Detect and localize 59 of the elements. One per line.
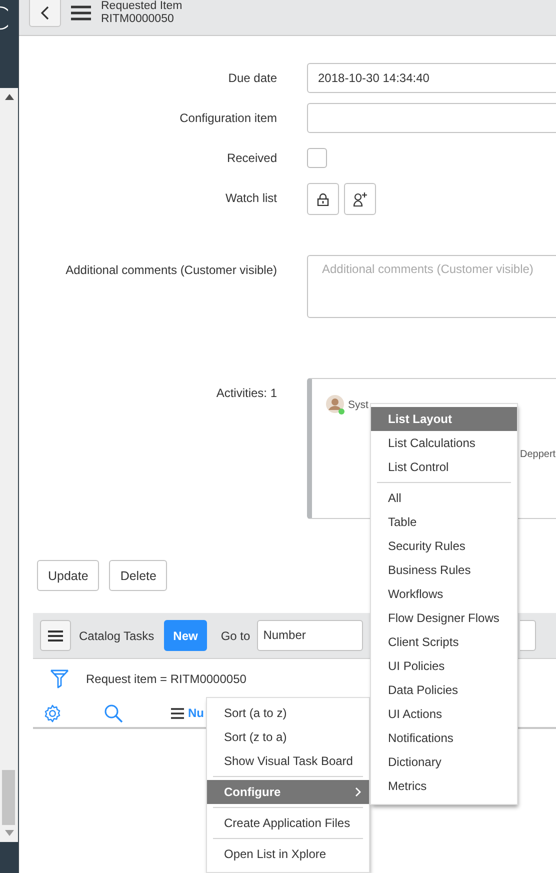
goto-field-select[interactable]: Number [257, 620, 364, 651]
activity-text: Deppert [520, 449, 556, 460]
field-label: Due date [227, 70, 277, 87]
scroll-up-icon[interactable] [4, 94, 14, 100]
action-button[interactable]: Delete [109, 560, 168, 591]
menu-item[interactable]: Configure [207, 780, 369, 804]
menu-item[interactable]: Create Application Files [207, 811, 369, 835]
menu-item[interactable]: Sort (z to a) [207, 725, 369, 749]
field-label: Additional comments (Customer visible) [64, 262, 277, 279]
list-menu-button[interactable] [40, 620, 71, 651]
menu-item[interactable]: Notifications [371, 726, 517, 750]
record-type-title: Requested Item [101, 0, 182, 13]
record-number: RITM0000050 [101, 13, 175, 26]
menu-item[interactable]: Metrics [371, 774, 517, 798]
chevron-right-icon [355, 787, 361, 797]
search-field[interactable] [520, 620, 536, 651]
menu-item[interactable]: Table [371, 510, 517, 534]
menu-item[interactable]: All [371, 486, 517, 510]
menu-item[interactable]: Sort (a to z) [207, 701, 369, 725]
field-label: Received [226, 150, 277, 167]
menu-item[interactable]: Dictionary [371, 750, 517, 774]
scrollbar-thumb[interactable] [2, 770, 15, 825]
menu-item[interactable]: UI Policies [371, 654, 517, 678]
add-user-button[interactable] [344, 183, 376, 215]
column-menu-icon[interactable] [171, 708, 184, 718]
filter-condition: Request item = RITM0000050 [86, 672, 246, 686]
menu-item[interactable]: Show Visual Task Board [207, 749, 369, 773]
field-label: Watch list [224, 190, 277, 207]
add-user-icon [352, 192, 368, 206]
back-icon [41, 6, 49, 20]
lock-button[interactable] [307, 183, 339, 215]
author-name: Syst [348, 398, 368, 410]
settings-icon[interactable] [43, 704, 62, 722]
menu-item[interactable]: Security Rules [371, 534, 517, 558]
menu-item[interactable]: Data Policies [371, 678, 517, 702]
avatar-icon [326, 394, 345, 415]
goto-label: Go to [220, 628, 250, 642]
field-label: Configuration item [178, 110, 277, 127]
search-icon[interactable] [104, 704, 123, 722]
menu-item[interactable]: Flow Designer Flows [371, 606, 517, 630]
checkbox[interactable] [307, 148, 327, 168]
list-title: Catalog Tasks [79, 628, 154, 642]
menu-icon [48, 630, 63, 642]
back-button[interactable] [29, 0, 61, 27]
filter-icon[interactable] [50, 669, 69, 689]
menu-item[interactable]: List Control [371, 455, 517, 479]
input-field[interactable]: 2018-10-30 14:34:40 [307, 63, 556, 93]
menu-item[interactable]: Workflows [371, 582, 517, 606]
menu-item[interactable]: UI Actions [371, 702, 517, 726]
lock-icon [317, 192, 329, 206]
menu-item[interactable]: Open List in Xplore [207, 842, 369, 866]
menu-item[interactable]: List Layout [371, 407, 517, 431]
menu-item[interactable]: Business Rules [371, 558, 517, 582]
menu-item[interactable]: Client Scripts [371, 630, 517, 654]
menu-icon[interactable] [71, 5, 91, 21]
action-button[interactable]: Update [37, 560, 100, 591]
activities-label: Activities: 1 [215, 385, 277, 402]
menu-item[interactable]: List Calculations [371, 431, 517, 455]
input-field[interactable] [307, 103, 556, 133]
